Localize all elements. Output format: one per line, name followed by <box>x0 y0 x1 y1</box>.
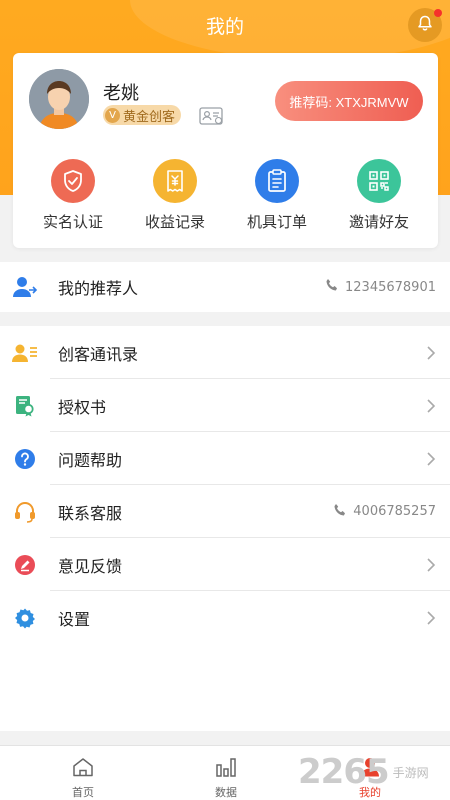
bar-chart-icon <box>181 754 271 780</box>
watermark-logo: 2265 手游网 <box>298 752 429 792</box>
menu-item-label: 设置 <box>58 609 91 629</box>
tab-label: 首页 <box>72 786 94 799</box>
quick-action-verify[interactable]: 实名认证 <box>23 159 123 232</box>
headset-icon <box>0 500 50 524</box>
referrer-icon <box>0 276 50 298</box>
profile-card: 老姚 V 黄金创客 推荐码: XTXJRMVW 实名认证 收益记录 机具订单 邀… <box>13 53 438 248</box>
bell-icon <box>417 15 433 36</box>
feedback-icon <box>0 554 50 576</box>
chevron-right-icon <box>426 591 436 644</box>
quick-action-label: 邀请好友 <box>348 213 409 231</box>
shield-icon <box>51 159 95 203</box>
level-badge: V 黄金创客 <box>103 105 182 125</box>
menu-item-feedback[interactable]: 意见反馈 <box>0 538 450 591</box>
tab-label: 数据 <box>215 786 237 799</box>
chevron-right-icon <box>426 432 436 485</box>
user-name: 老姚 <box>103 83 139 104</box>
referrer-row[interactable]: 我的推荐人 12345678901 <box>0 262 450 312</box>
tab-home[interactable]: 首页 <box>38 754 128 800</box>
menu-item-label: 授权书 <box>58 397 107 417</box>
id-card-icon[interactable] <box>199 107 223 129</box>
menu-item-authorization[interactable]: 授权书 <box>0 379 450 432</box>
referral-code-button[interactable]: 推荐码: XTXJRMVW <box>275 81 423 121</box>
menu-item-label: 意见反馈 <box>58 556 123 576</box>
level-badge-label: 黄金创客 <box>123 109 176 125</box>
phone-icon <box>333 503 347 521</box>
help-icon <box>0 448 50 470</box>
avatar[interactable] <box>29 69 89 129</box>
phone-icon <box>325 278 339 296</box>
contacts-icon <box>0 343 50 363</box>
menu-item-settings[interactable]: 设置 <box>0 591 450 644</box>
referrer-label: 我的推荐人 <box>58 279 139 298</box>
notification-button[interactable] <box>408 8 442 42</box>
menu-item-customer-service[interactable]: 联系客服 4006785257 <box>0 485 450 538</box>
chevron-right-icon <box>426 379 436 432</box>
quick-action-label: 实名认证 <box>42 213 103 231</box>
certificate-icon <box>0 395 50 417</box>
quick-action-earnings[interactable]: 收益记录 <box>125 159 225 232</box>
receipt-icon <box>153 159 197 203</box>
customer-service-phone[interactable]: 4006785257 <box>353 504 436 519</box>
quick-action-orders[interactable]: 机具订单 <box>227 159 327 232</box>
quick-action-label: 机具订单 <box>246 213 307 231</box>
qrcode-icon <box>357 159 401 203</box>
menu-item-label: 创客通讯录 <box>58 344 139 364</box>
notification-dot <box>434 9 442 17</box>
menu-item-label: 联系客服 <box>58 503 123 523</box>
quick-action-invite[interactable]: 邀请好友 <box>329 159 429 232</box>
chevron-right-icon <box>426 538 436 591</box>
menu-item-contacts[interactable]: 创客通讯录 <box>0 326 450 379</box>
home-icon <box>38 754 128 780</box>
clipboard-icon <box>255 159 299 203</box>
page-title: 我的 <box>205 16 244 38</box>
chevron-right-icon <box>426 326 436 379</box>
vip-icon: V <box>105 107 120 123</box>
tab-data[interactable]: 数据 <box>181 754 271 800</box>
gear-icon <box>0 607 50 629</box>
menu-item-label: 问题帮助 <box>58 450 123 470</box>
menu-list: 创客通讯录 授权书 问题帮助 联系客服 4006785257 意见反馈 设置 <box>0 326 450 731</box>
referrer-phone[interactable]: 12345678901 <box>345 280 436 295</box>
menu-item-help[interactable]: 问题帮助 <box>0 432 450 485</box>
quick-action-label: 收益记录 <box>144 213 205 231</box>
